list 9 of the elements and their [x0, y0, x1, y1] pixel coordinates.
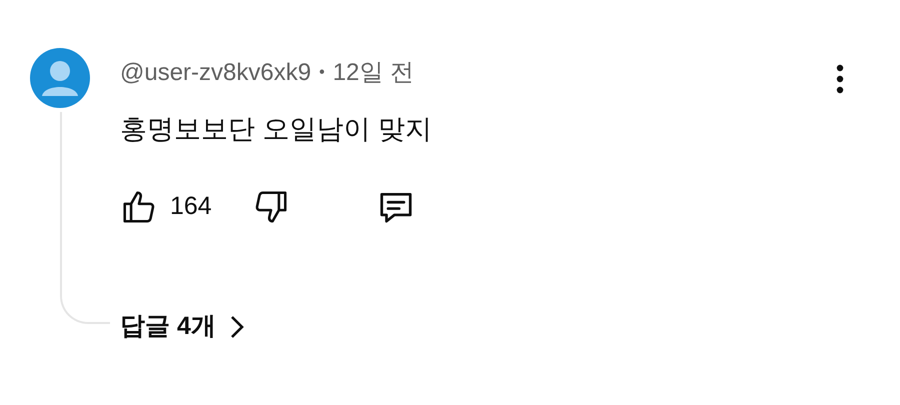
like-count: 164: [170, 191, 212, 222]
separator-dot: •: [319, 63, 325, 83]
chevron-right-icon: [230, 314, 244, 339]
comment-text: 홍명보보단 오일남이 맞지: [120, 113, 432, 146]
username[interactable]: @user-zv8kv6xk9: [120, 55, 312, 91]
avatar-icon: [30, 48, 90, 108]
replies-button[interactable]: 답글 4개: [120, 308, 244, 346]
comment-time: 12일 전: [332, 58, 414, 88]
more-options-icon[interactable]: [834, 64, 846, 94]
